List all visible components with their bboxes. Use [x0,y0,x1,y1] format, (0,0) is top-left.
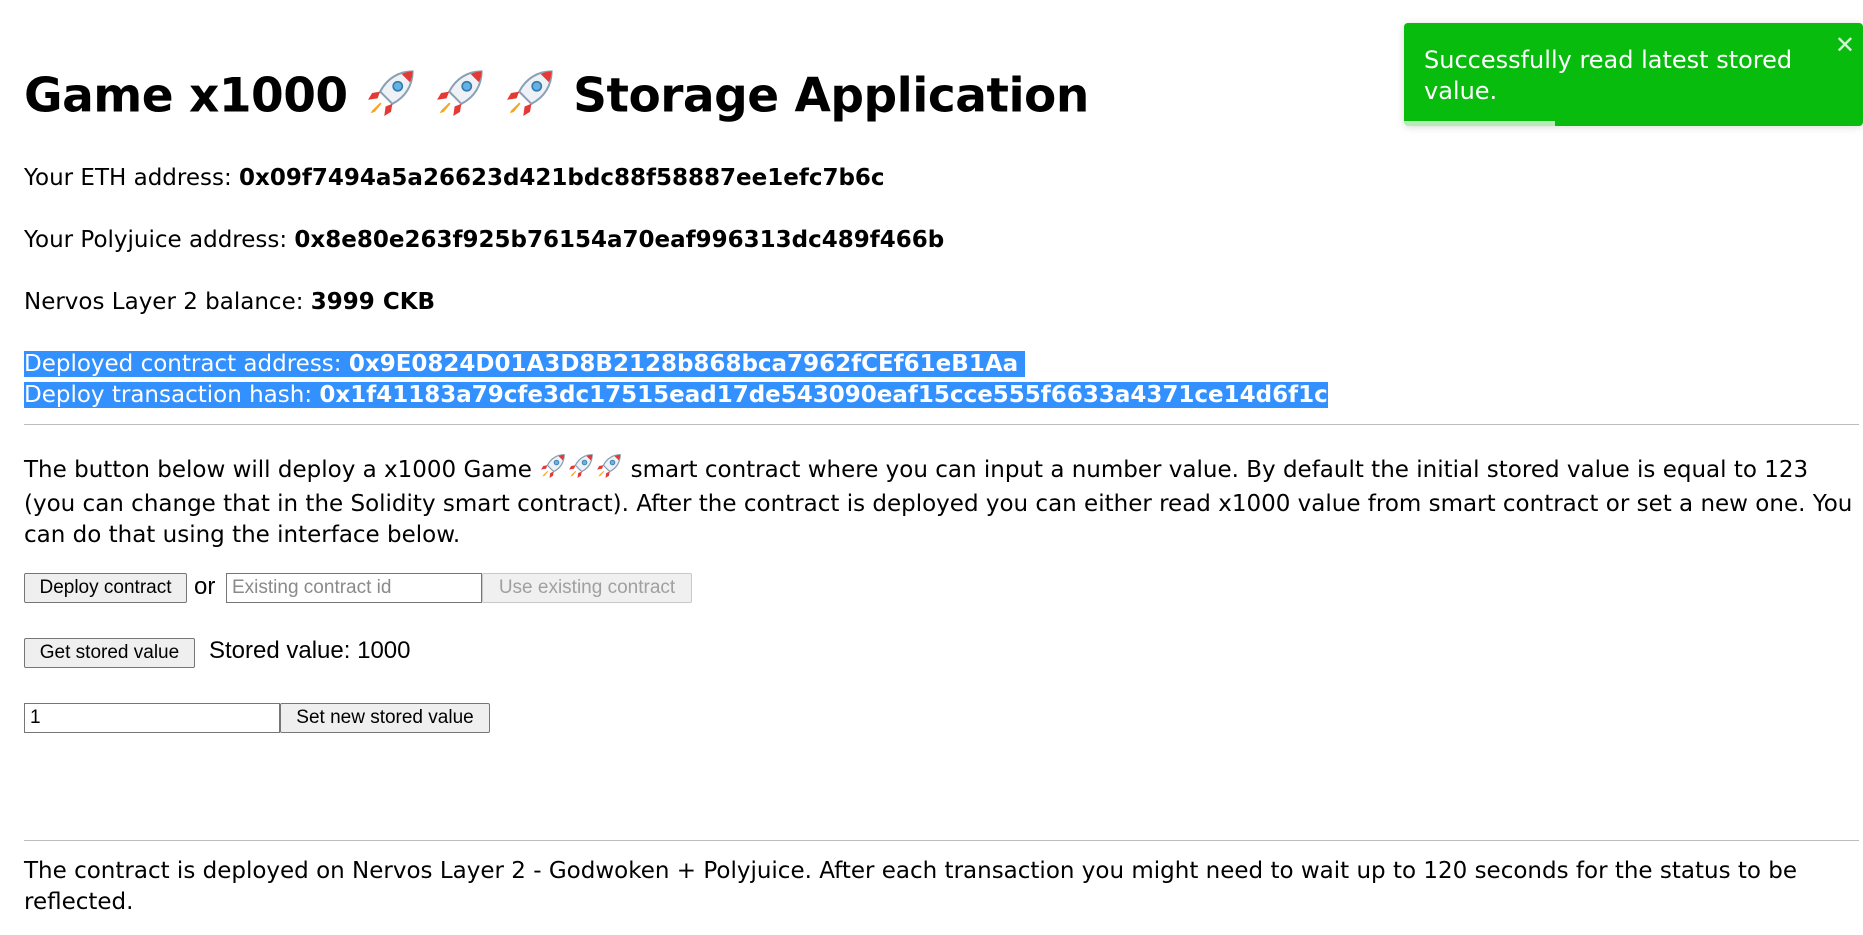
rocket-icon [595,452,623,489]
eth-address-row: Your ETH address: 0x09f7494a5a26623d421b… [24,165,885,191]
eth-address-value: 0x09f7494a5a26623d421bdc88f58887ee1efc7b… [239,165,885,191]
page-title: Game x1000 Storage Application [24,66,1089,132]
balance-value: 3999 CKB [310,289,436,315]
set-stored-value-button[interactable]: Set new stored value [280,703,490,733]
balance-label: Nervos Layer 2 balance: [24,289,304,315]
deploy-contract-button[interactable]: Deploy contract [24,573,187,603]
rocket-icon [567,452,595,489]
title-prefix: Game x1000 [24,68,348,124]
success-toast[interactable]: Successfully read latest stored value. ✕ [1404,23,1863,126]
description-text: The button below will deploy a x1000 Gam… [24,452,1854,551]
or-text: or [194,573,216,600]
tx-hash-row: Deploy transaction hash: 0x1f41183a79cfe… [24,382,1328,408]
footer-text: The contract is deployed on Nervos Layer… [24,858,1798,915]
bottom-divider [24,840,1859,841]
toast-progress-bar [1404,121,1556,126]
eth-address-label: Your ETH address: [24,165,232,191]
description-part1: The button below will deploy a x1000 Gam… [24,457,532,483]
contract-address-label: Deployed contract address: [24,351,342,377]
toast-message: Successfully read latest stored value. [1424,46,1793,105]
use-existing-contract-button[interactable]: Use existing contract [482,573,692,603]
close-icon[interactable]: ✕ [1835,33,1855,57]
polyjuice-address-row: Your Polyjuice address: 0x8e80e263f925b7… [24,227,944,253]
balance-row: Nervos Layer 2 balance: 3999 CKB [24,289,435,315]
stored-value-text: Stored value: 1000 [209,637,411,664]
polyjuice-address-value: 0x8e80e263f925b76154a70eaf996313dc489f46… [294,227,945,253]
top-divider [24,424,1859,425]
tx-hash-label: Deploy transaction hash: [24,382,313,408]
rocket-icon [433,66,487,132]
rocket-icon [539,452,567,489]
rocket-icon [503,66,557,132]
new-value-input[interactable] [24,703,280,733]
contract-address-row: Deployed contract address: 0x9E0824D01A3… [24,351,1026,377]
title-suffix: Storage Application [573,68,1089,124]
polyjuice-address-label: Your Polyjuice address: [24,227,288,253]
existing-contract-input[interactable] [226,573,482,603]
contract-address-value: 0x9E0824D01A3D8B2128b868bca7962fCEf61eB1… [348,351,1019,377]
get-stored-value-button[interactable]: Get stored value [24,638,195,668]
rocket-icon [364,66,418,132]
tx-hash-value: 0x1f41183a79cfe3dc17515ead17de543090eaf1… [319,382,1328,408]
